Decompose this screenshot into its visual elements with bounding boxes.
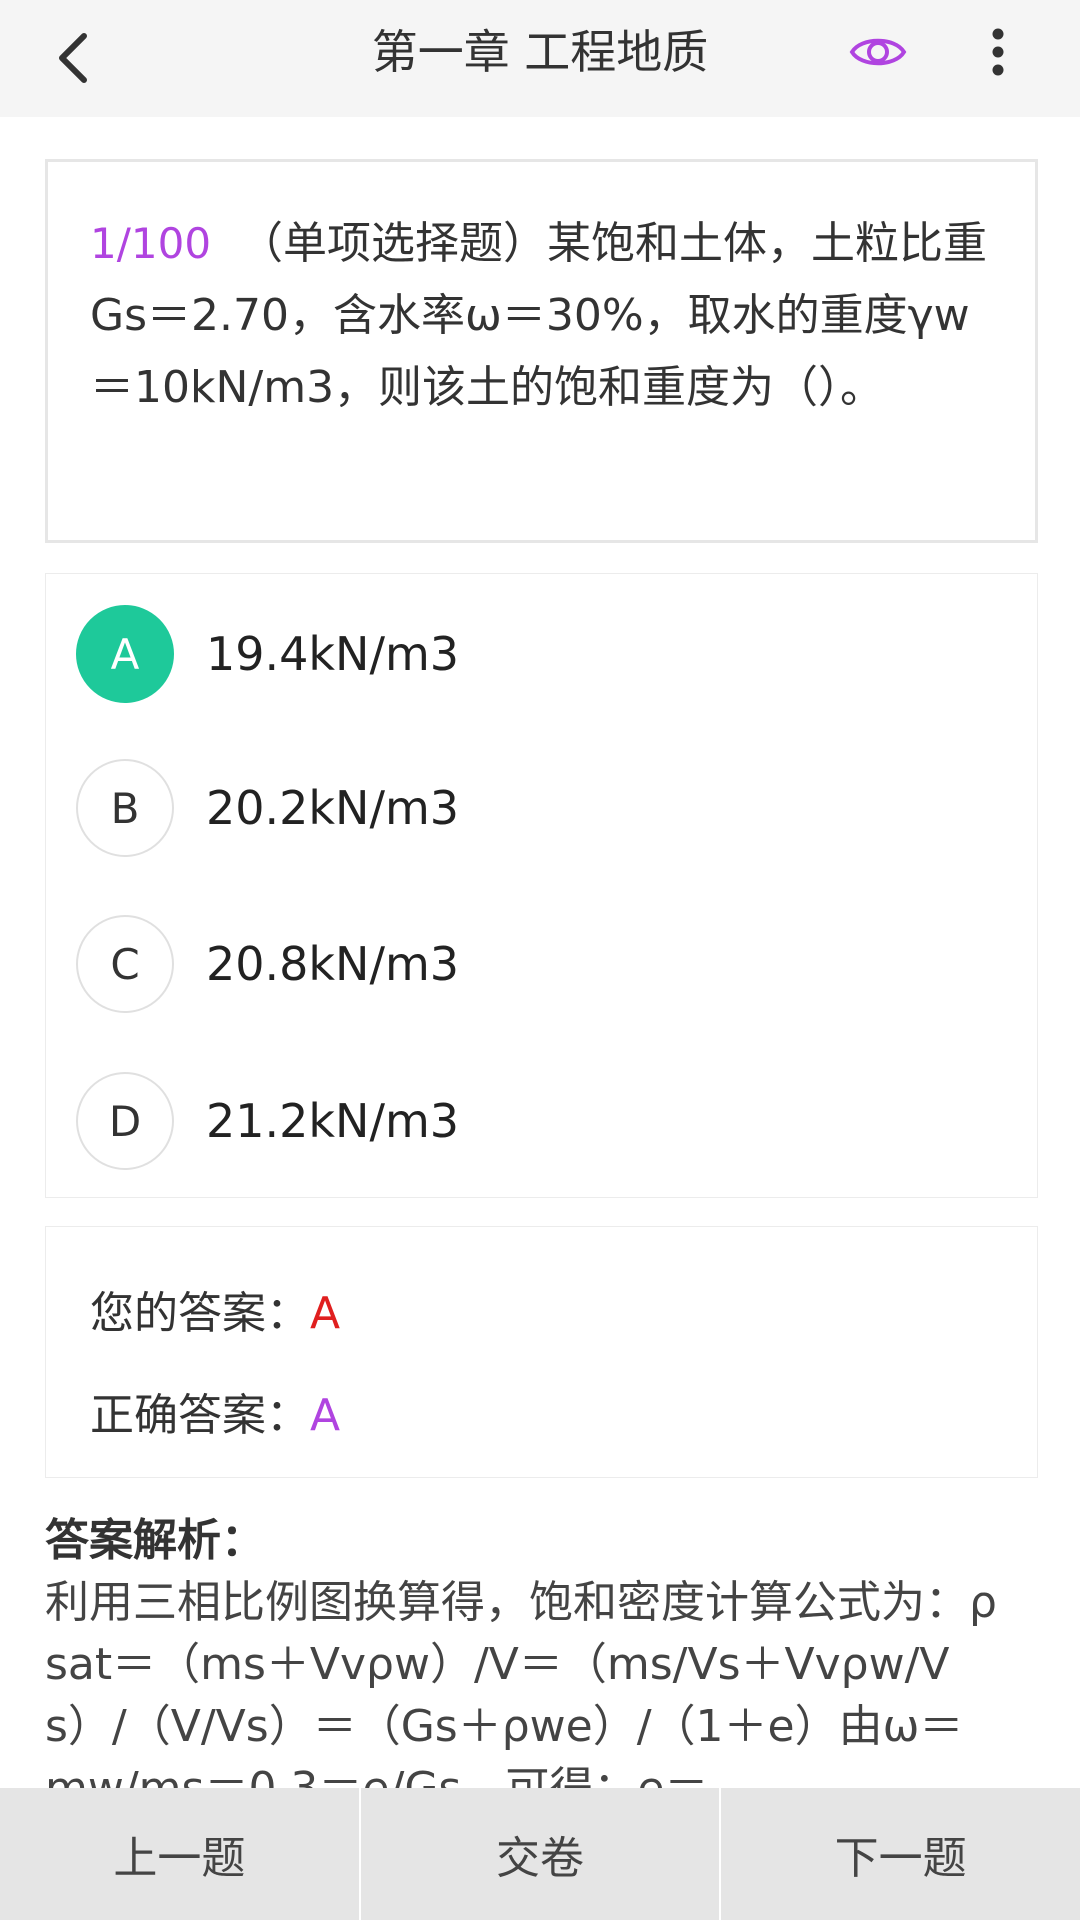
more-vertical-icon — [992, 28, 1004, 76]
top-app-bar: 第一章 工程地质 — [0, 0, 1080, 117]
option-d-text: 21.2kN/m3 — [206, 1094, 460, 1148]
correct-answer-value: A — [310, 1390, 341, 1441]
option-d-badge: D — [76, 1072, 174, 1170]
your-answer-label: 您的答案： — [90, 1288, 310, 1339]
more-options-button[interactable] — [970, 20, 1026, 84]
answer-summary-card: 您的答案：A 正确答案：A — [45, 1226, 1038, 1478]
question-text-block: 1/100 （单项选择题）某饱和土体，土粒比重Gs＝2.70，含水率ω＝30%，取… — [90, 208, 995, 424]
analysis-title: 答案解析： — [45, 1515, 265, 1566]
previous-question-button[interactable]: 上一题 — [0, 1788, 361, 1920]
option-a-badge: A — [76, 605, 174, 703]
your-answer-row: 您的答案：A — [90, 1277, 340, 1341]
option-a-text: 19.4kN/m3 — [206, 627, 460, 681]
page-title: 第一章 工程地质 — [371, 25, 709, 79]
show-answer-button[interactable] — [843, 20, 913, 84]
option-d[interactable]: D 21.2kN/m3 — [76, 1071, 1006, 1171]
option-b-text: 20.2kN/m3 — [206, 781, 460, 835]
correct-answer-row: 正确答案：A — [90, 1379, 340, 1443]
question-card: 1/100 （单项选择题）某饱和土体，土粒比重Gs＝2.70，含水率ω＝30%，取… — [45, 159, 1038, 543]
option-c[interactable]: C 20.8kN/m3 — [76, 914, 1006, 1014]
next-question-button[interactable]: 下一题 — [721, 1788, 1080, 1920]
bottom-navigation-bar: 上一题 交卷 下一题 — [0, 1788, 1080, 1920]
option-a[interactable]: A 19.4kN/m3 — [76, 604, 1006, 704]
eye-icon — [849, 38, 907, 66]
option-b[interactable]: B 20.2kN/m3 — [76, 758, 1006, 858]
options-list: A 19.4kN/m3 B 20.2kN/m3 C 20.8kN/m3 D 21… — [45, 573, 1038, 1198]
your-answer-value: A — [310, 1288, 341, 1339]
answer-analysis: 答案解析： 利用三相比例图换算得，饱和密度计算公式为：ρsat＝（ms＋Vvρw… — [45, 1510, 1005, 1790]
submit-exam-button[interactable]: 交卷 — [361, 1788, 722, 1920]
option-b-badge: B — [76, 759, 174, 857]
correct-answer-label: 正确答案： — [90, 1390, 310, 1441]
option-c-text: 20.8kN/m3 — [206, 937, 460, 991]
question-number: 1/100 — [90, 219, 212, 268]
analysis-text: 利用三相比例图换算得，饱和密度计算公式为：ρsat＝（ms＋Vvρw）/V＝（m… — [45, 1577, 997, 1790]
question-stem: （单项选择题）某饱和土体，土粒比重Gs＝2.70，含水率ω＝30%，取水的重度γ… — [90, 218, 988, 413]
option-c-badge: C — [76, 915, 174, 1013]
